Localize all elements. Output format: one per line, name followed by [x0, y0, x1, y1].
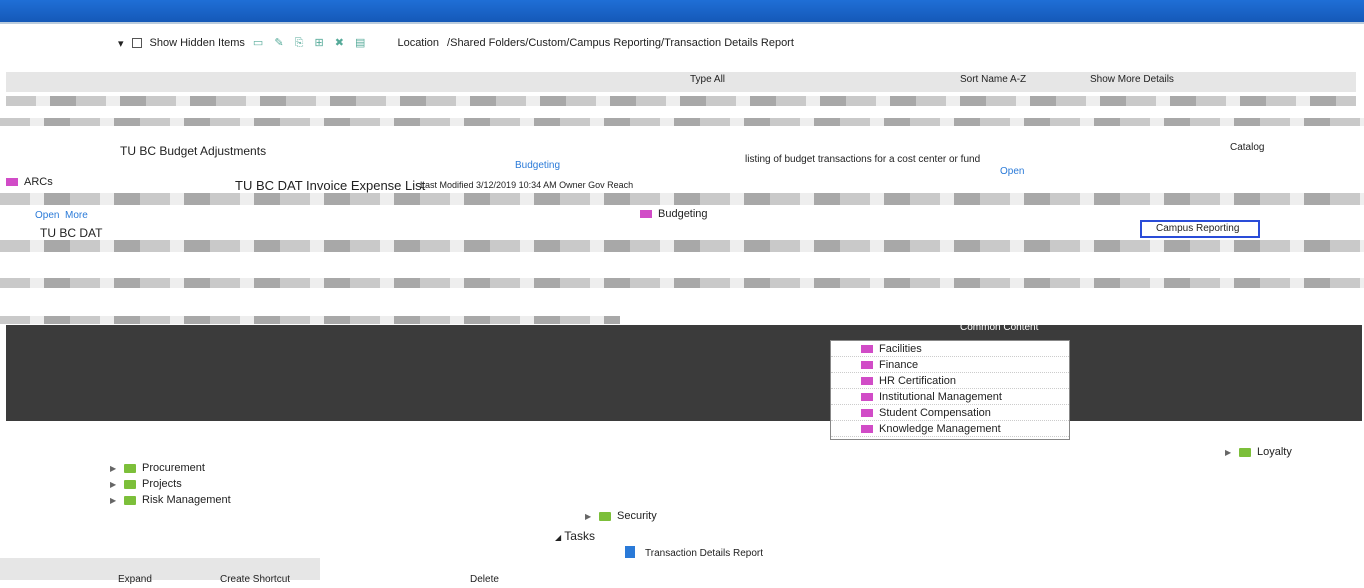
chevron-down-icon[interactable]: ▾ [118, 37, 124, 50]
folder-icon [6, 178, 18, 186]
folder-icon [861, 408, 873, 417]
folder-dropdown[interactable]: Facilities Finance HR Certification Inst… [830, 340, 1070, 440]
dropdown-item[interactable]: Student Compensation [831, 405, 1069, 421]
tree-item-loyalty[interactable]: ▶ Loyalty [1225, 444, 1292, 460]
tree-item[interactable]: ▶ Procurement [110, 460, 231, 476]
toolbar-icons[interactable]: ▭ ✎ ⎘ ⊞ ✖ ▤ [253, 36, 370, 50]
folder-icon [861, 376, 873, 385]
dropdown-item-label: Institutional Management [879, 390, 1002, 403]
lower-tree: ▶ Procurement ▶ Projects ▶ Risk Management [110, 460, 231, 508]
more-link[interactable]: More [65, 210, 88, 221]
dropdown-item-label: Finance [879, 358, 919, 371]
expand-icon[interactable]: ▶ [110, 480, 118, 489]
expand-icon[interactable]: ▶ [110, 464, 118, 473]
expand-icon[interactable]: ▶ [1225, 448, 1233, 457]
band [0, 193, 1364, 205]
tree-item-label: Procurement [142, 462, 205, 474]
catalog-label: Catalog [1230, 142, 1265, 153]
dropdown-item-label: HR Certification [879, 374, 957, 387]
tree-item-label: Projects [142, 478, 182, 490]
delete-button[interactable]: Delete [470, 574, 499, 585]
tree-item-arcs[interactable]: ARCs [6, 174, 53, 190]
expand-icon[interactable]: ▶ [110, 496, 118, 505]
type-filter[interactable]: Type All [690, 74, 725, 85]
folder-icon [861, 344, 873, 353]
report-name[interactable]: TU BC Budget Adjustments [120, 144, 266, 158]
location-path: /Shared Folders/Custom/Campus Reporting/… [447, 37, 794, 49]
dropdown-item[interactable]: Facilities [831, 341, 1069, 357]
toolbar: ▾ Show Hidden Items ▭ ✎ ⎘ ⊞ ✖ ▤ Location… [0, 26, 1364, 60]
dropdown-item[interactable]: Knowledge Management [831, 421, 1069, 437]
report-description: listing of budget transactions for a cos… [745, 154, 981, 165]
band [0, 278, 1364, 288]
divider [0, 22, 1364, 24]
tree-item-label: ARCs [24, 176, 53, 188]
expand-button[interactable]: Expand [118, 574, 152, 585]
folder-icon [861, 360, 873, 369]
band [0, 118, 1364, 126]
open-link[interactable]: Open [35, 210, 59, 221]
dark-overlay [6, 325, 1362, 421]
show-hidden-items-label: Show Hidden Items [149, 37, 245, 49]
budgeting-label: Budgeting [515, 160, 561, 171]
dropdown-item[interactable]: Finance [831, 357, 1069, 373]
tree-item-label: Loyalty [1257, 446, 1292, 458]
dropdown-title: Common Content [960, 322, 1039, 333]
open-link[interactable]: Open [1000, 166, 1024, 177]
report-modified: Last Modified 3/12/2019 10:34 AM Owner G… [420, 180, 634, 190]
expand-icon[interactable]: ▶ [585, 512, 593, 521]
dropdown-item[interactable]: Institutional Management [831, 389, 1069, 405]
sort-dropdown[interactable]: Sort Name A-Z [960, 74, 1026, 85]
location-label: Location [397, 37, 440, 49]
tree-item-security[interactable]: ▶ Security [585, 508, 657, 524]
tree-item-label: Security [617, 510, 657, 522]
dropdown-item-label: Knowledge Management [879, 422, 1001, 435]
dropdown-item[interactable]: HR Certification [831, 373, 1069, 389]
dropdown-item-label: Facilities [879, 342, 922, 355]
tree-item[interactable]: ▶ Projects [110, 476, 231, 492]
report-name[interactable]: TU BC DAT Invoice Expense List [235, 178, 425, 193]
folder-icon [861, 424, 873, 433]
checkbox-show-hidden[interactable] [131, 38, 142, 48]
tasks-heading[interactable]: ◢ Tasks [555, 529, 595, 543]
create-shortcut-button[interactable]: Create Shortcut [220, 574, 290, 585]
task-item[interactable]: Transaction Details Report [645, 548, 763, 559]
right-panel-item[interactable]: Campus Reporting [1140, 220, 1260, 238]
task-icon [625, 546, 635, 558]
folder-icon [1239, 447, 1251, 457]
folder-icon [861, 392, 873, 401]
band [0, 316, 620, 324]
show-more-link[interactable]: Show More Details [1090, 74, 1174, 85]
report-link[interactable]: Budgeting [515, 160, 560, 171]
tree-item-budgeting[interactable]: Budgeting [640, 206, 708, 222]
tree-item[interactable]: ▶ Risk Management [110, 492, 231, 508]
folder-icon [599, 511, 611, 521]
folder-icon [124, 479, 136, 489]
folder-icon [124, 463, 136, 473]
collapse-icon: ◢ [555, 533, 562, 542]
tree-item-label: Risk Management [142, 494, 231, 506]
band [6, 96, 1356, 106]
dropdown-item-label: Student Compensation [879, 406, 991, 419]
window-title [0, 5, 8, 17]
folder-icon [124, 495, 136, 505]
report-name[interactable]: TU BC DAT [40, 226, 102, 240]
tree-item-label: Campus Reporting [1156, 223, 1240, 234]
title-bar [0, 0, 1364, 22]
tree-item-label: Budgeting [658, 208, 708, 220]
tasks-title: Tasks [564, 529, 595, 543]
folder-icon [640, 210, 652, 218]
band [0, 240, 1364, 252]
